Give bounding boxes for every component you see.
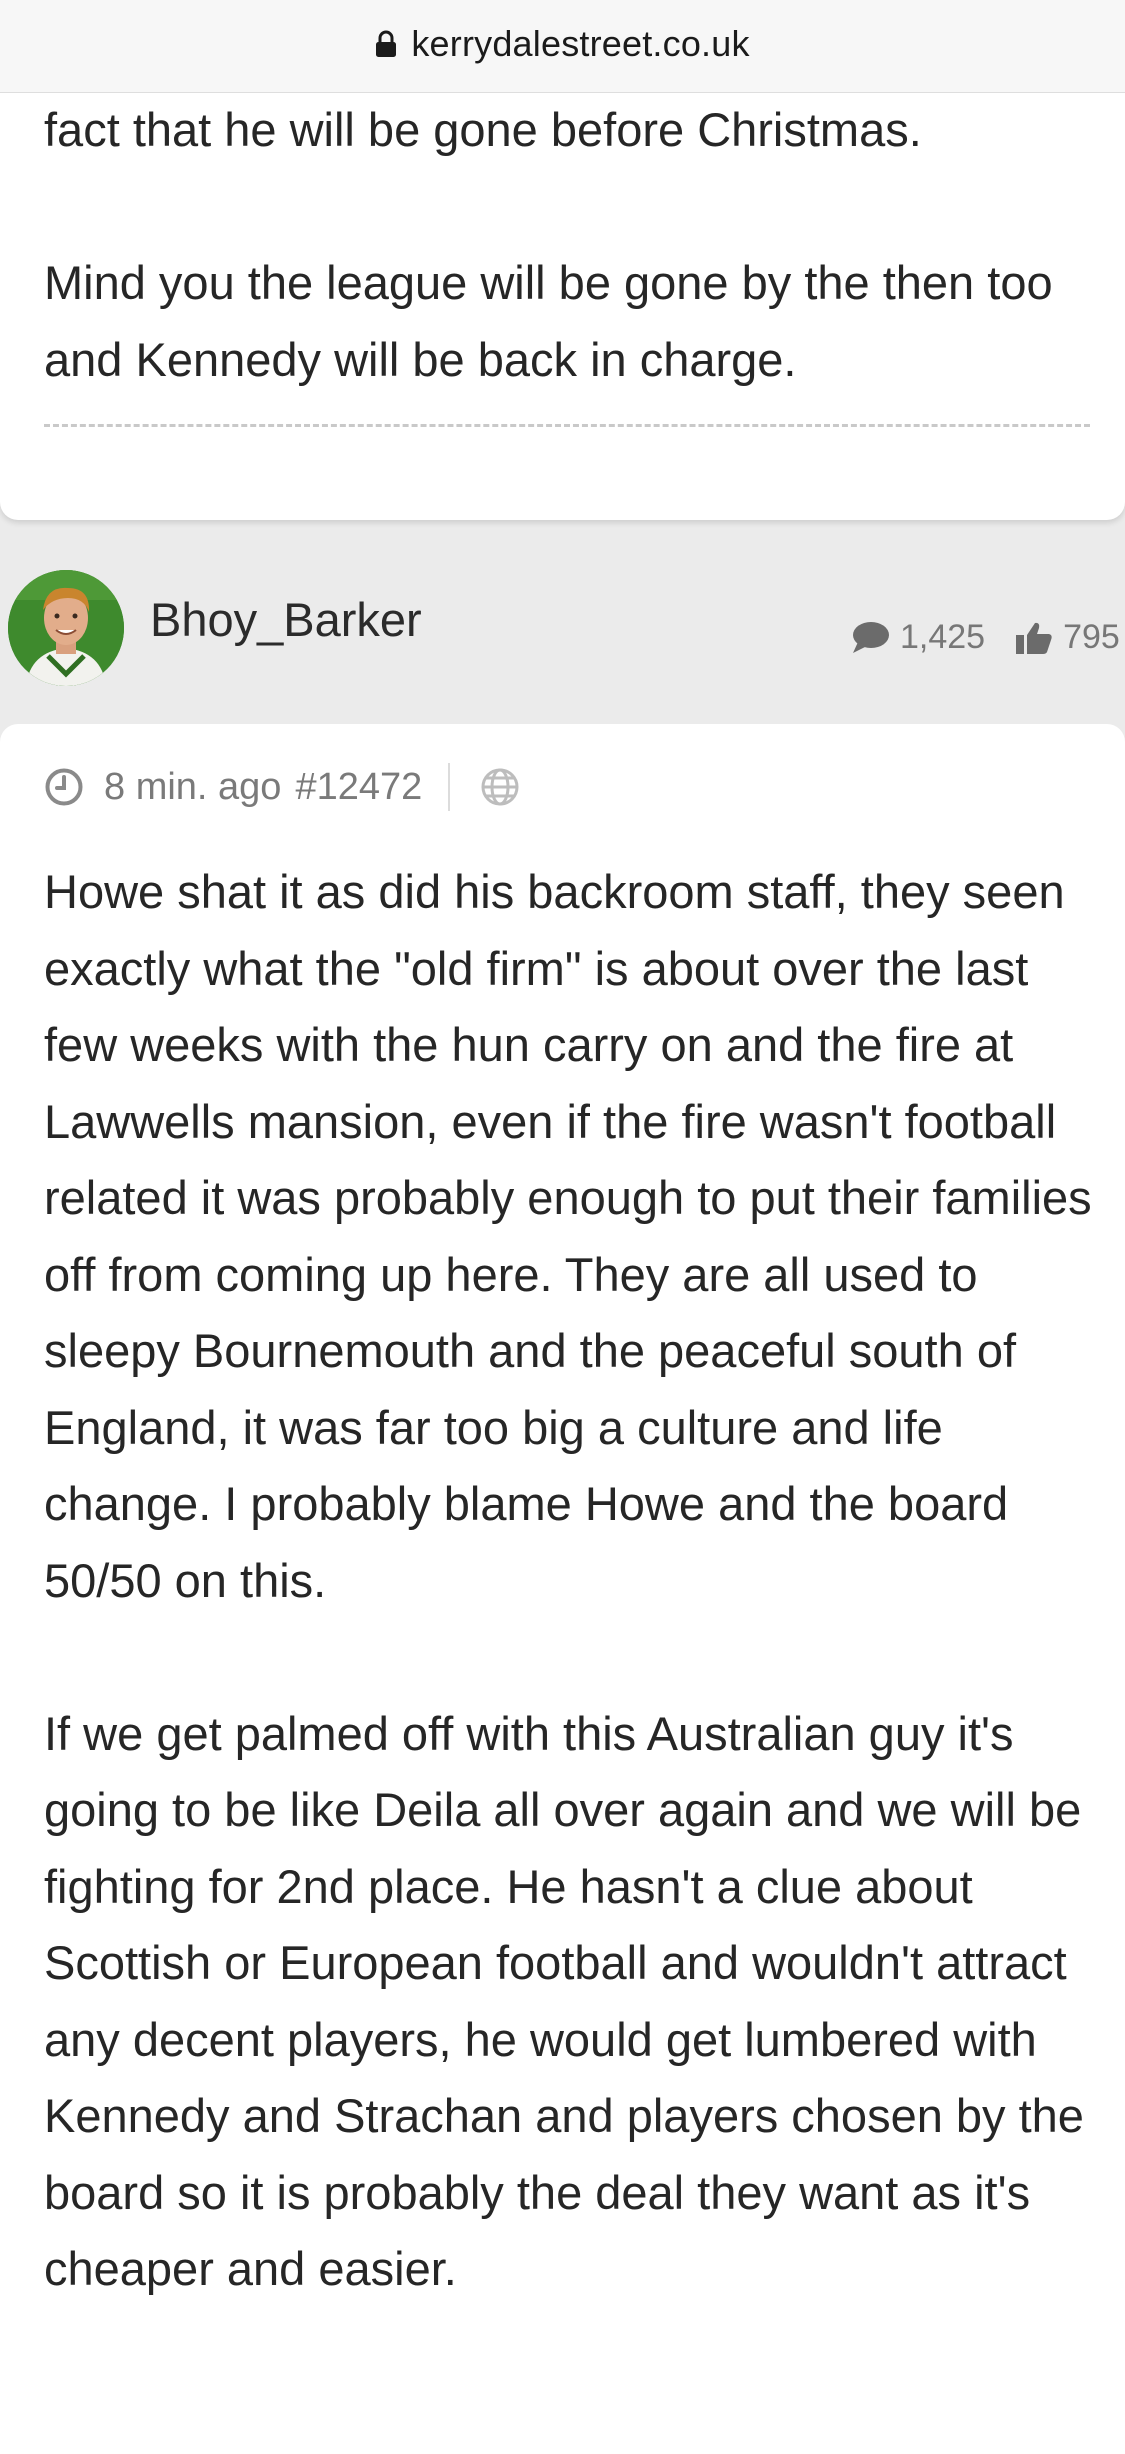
- comment-count: 1,425: [900, 618, 986, 656]
- thumbs-up-icon: [1016, 622, 1052, 654]
- signature-divider: [44, 424, 1090, 427]
- like-count-stat: 795: [1015, 618, 1120, 657]
- post-number[interactable]: #12472: [295, 766, 422, 809]
- clock-icon: [45, 768, 83, 806]
- author-stats: 1,425 795: [850, 618, 1125, 657]
- avatar[interactable]: [8, 570, 124, 686]
- author-username[interactable]: Bhoy_Barker: [150, 592, 422, 647]
- comment-count-stat: 1,425: [850, 618, 985, 657]
- speech-bubble-icon: [853, 621, 889, 653]
- globe-icon: [481, 768, 519, 806]
- lock-icon: [376, 30, 397, 57]
- post-author-row: Bhoy_Barker 1,425 795: [0, 540, 1125, 720]
- post-body-text: Howe shat it as did his backroom staff, …: [44, 865, 1092, 2295]
- url-display[interactable]: kerrydalestreet.co.uk: [375, 23, 749, 65]
- previous-post-card: fact that he will be gone before Christm…: [0, 60, 1125, 520]
- post-time[interactable]: 8 min. ago: [104, 766, 281, 809]
- post-card: 8 min. ago #12472 Howe shat it as did hi…: [0, 724, 1125, 2454]
- post-meta: 8 min. ago #12472: [44, 752, 520, 822]
- avatar-image: [8, 570, 124, 686]
- meta-separator: [448, 763, 451, 811]
- previous-post-text: fact that he will be gone before Christm…: [44, 103, 1053, 386]
- like-count: 795: [1063, 618, 1120, 656]
- browser-url-bar[interactable]: kerrydalestreet.co.uk: [0, 0, 1125, 93]
- url-text: kerrydalestreet.co.uk: [411, 23, 750, 64]
